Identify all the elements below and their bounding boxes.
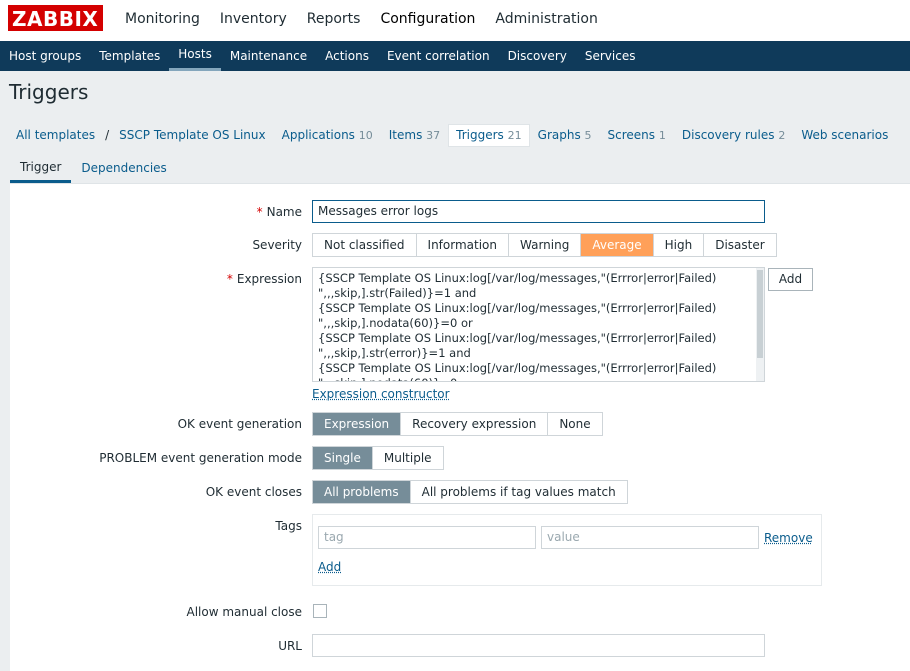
problem-mode-multiple[interactable]: Multiple: [373, 447, 443, 469]
name-input[interactable]: Messages error logs: [312, 200, 765, 223]
main-menu-administration[interactable]: Administration: [485, 0, 607, 41]
ok-event-closes-label: OK event closes: [205, 485, 302, 499]
tags-label: Tags: [275, 519, 302, 533]
severity-disaster[interactable]: Disaster: [704, 234, 775, 256]
sub-menu-actions[interactable]: Actions: [316, 41, 378, 71]
zabbix-logo[interactable]: ZABBIX: [8, 5, 103, 31]
severity-high[interactable]: High: [654, 234, 705, 256]
name-label: * Name: [257, 205, 302, 219]
severity-not-classified[interactable]: Not classified: [313, 234, 417, 256]
breadcrumb: All templates / SSCP Template OS Linux A…: [8, 123, 896, 147]
main-menu-configuration[interactable]: Configuration: [370, 0, 485, 41]
allow-manual-close-label: Allow manual close: [186, 605, 302, 619]
logo-text: ZABBIX: [12, 7, 99, 31]
tab-label: Web scenarios: [801, 128, 889, 142]
allow-manual-close-checkbox[interactable]: [313, 604, 327, 618]
tab-dependencies[interactable]: Dependencies: [71, 155, 176, 183]
ok-gen-recovery-expression[interactable]: Recovery expression: [401, 413, 549, 435]
name-label-text: Name: [266, 205, 302, 219]
tab-discovery-rules[interactable]: Discovery rules 2: [674, 125, 793, 146]
severity-information[interactable]: Information: [417, 234, 509, 256]
severity-average[interactable]: Average: [581, 234, 654, 256]
url-label: URL: [278, 639, 302, 653]
form-tabs: Trigger Dependencies: [10, 155, 177, 183]
sub-menu-event-correlation[interactable]: Event correlation: [378, 41, 499, 71]
required-marker: *: [256, 205, 263, 219]
sub-menu-host-groups[interactable]: Host groups: [0, 41, 90, 71]
tab-graphs[interactable]: Graphs 5: [530, 125, 600, 146]
page-title: Triggers: [9, 80, 89, 104]
tab-screens[interactable]: Screens 1: [600, 125, 674, 146]
problem-mode-single[interactable]: Single: [313, 447, 373, 469]
tab-label: Graphs: [537, 127, 581, 142]
main-menu-inventory[interactable]: Inventory: [210, 0, 297, 41]
sub-menu: Host groups Templates Hosts Maintenance …: [0, 41, 910, 71]
severity-warning[interactable]: Warning: [509, 234, 582, 256]
tab-label: Triggers: [456, 127, 504, 142]
tab-label: Items: [388, 127, 423, 142]
tab-triggers[interactable]: Triggers 21: [448, 123, 530, 147]
expression-textarea[interactable]: {SSCP Template OS Linux:log[/var/log/mes…: [312, 267, 765, 382]
tab-count: 21: [507, 128, 522, 142]
ok-event-closes-selector: All problems All problems if tag values …: [312, 480, 628, 504]
severity-label: Severity: [252, 238, 302, 252]
expression-scrollbar[interactable]: [756, 268, 764, 381]
sub-menu-services[interactable]: Services: [576, 41, 645, 71]
main-menu: Monitoring Inventory Reports Configurati…: [115, 0, 608, 41]
sub-menu-discovery[interactable]: Discovery: [499, 41, 576, 71]
problem-mode-label: PROBLEM event generation mode: [99, 451, 302, 465]
tab-label: Applications: [281, 127, 355, 142]
tab-applications[interactable]: Applications 10: [274, 125, 381, 146]
required-marker: *: [226, 272, 233, 286]
trigger-form: * Name Messages error logs Severity Not c…: [10, 183, 910, 671]
expression-label: * Expression: [227, 272, 302, 286]
ok-closes-tag-match[interactable]: All problems if tag values match: [411, 481, 627, 503]
tab-count: 37: [426, 128, 441, 142]
scrollbar-thumb[interactable]: [757, 270, 763, 358]
expression-text: {SSCP Template OS Linux:log[/var/log/mes…: [318, 271, 717, 381]
tab-items[interactable]: Items 37: [381, 125, 448, 146]
expression-label-text: Expression: [236, 272, 302, 286]
severity-selector: Not classified Information Warning Avera…: [312, 233, 777, 257]
tab-label: Discovery rules: [681, 127, 775, 142]
tag-value-input[interactable]: value: [541, 526, 759, 549]
sub-menu-templates[interactable]: Templates: [90, 41, 169, 71]
breadcrumb-template[interactable]: SSCP Template OS Linux: [111, 125, 273, 145]
main-menu-reports[interactable]: Reports: [297, 0, 371, 41]
expression-constructor-link[interactable]: Expression constructor: [312, 387, 450, 401]
tab-trigger[interactable]: Trigger: [10, 155, 72, 183]
problem-mode-selector: Single Multiple: [312, 446, 444, 470]
tab-count: 5: [584, 128, 592, 142]
ok-gen-none[interactable]: None: [548, 413, 601, 435]
ok-event-generation-label: OK event generation: [177, 417, 302, 431]
main-menu-monitoring[interactable]: Monitoring: [115, 0, 210, 41]
tab-count: 10: [358, 128, 373, 142]
sub-menu-hosts[interactable]: Hosts: [169, 41, 221, 71]
tag-add-link[interactable]: Add: [318, 560, 341, 574]
expression-add-button[interactable]: Add: [768, 268, 813, 291]
tag-input[interactable]: tag: [318, 526, 536, 549]
tab-label: Screens: [607, 127, 656, 142]
tab-web-scenarios[interactable]: Web scenarios: [793, 125, 896, 145]
tag-remove-link[interactable]: Remove: [764, 531, 813, 545]
ok-event-generation-selector: Expression Recovery expression None: [312, 412, 603, 436]
tab-count: 2: [778, 128, 786, 142]
breadcrumb-separator: /: [105, 128, 110, 142]
ok-gen-expression[interactable]: Expression: [313, 413, 402, 435]
sub-menu-maintenance[interactable]: Maintenance: [221, 41, 316, 71]
top-bar: ZABBIX Monitoring Inventory Reports Conf…: [0, 0, 910, 42]
tags-box: [312, 514, 822, 586]
url-input[interactable]: [312, 634, 765, 657]
breadcrumb-all-templates[interactable]: All templates: [8, 125, 103, 145]
ok-closes-all-problems[interactable]: All problems: [313, 481, 411, 503]
tab-count: 1: [658, 128, 666, 142]
